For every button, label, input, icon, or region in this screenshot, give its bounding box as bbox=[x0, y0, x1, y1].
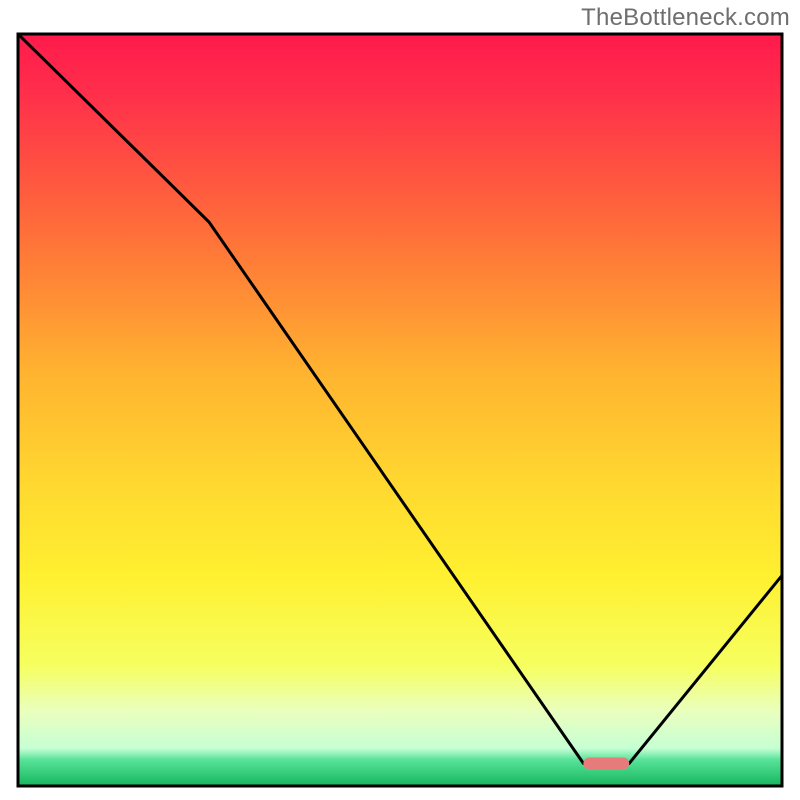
attribution-label: TheBottleneck.com bbox=[581, 4, 790, 32]
chart-frame: TheBottleneck.com bbox=[0, 0, 800, 800]
optimal-range-marker bbox=[583, 757, 629, 769]
bottleneck-chart bbox=[0, 0, 800, 800]
